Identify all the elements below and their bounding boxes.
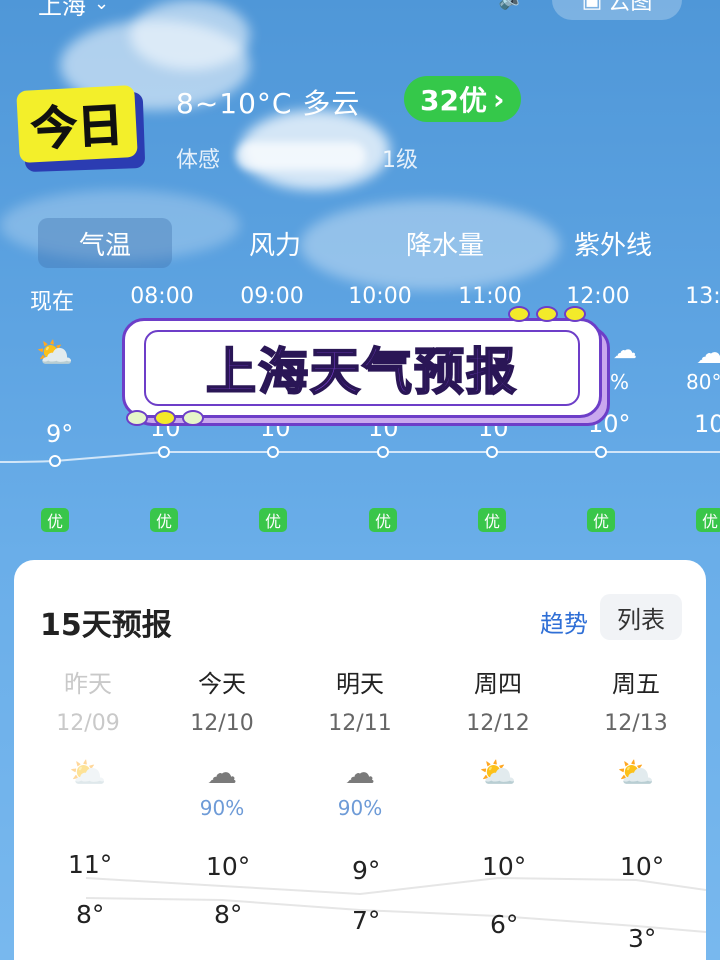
speaker-icon[interactable]: 🔈 bbox=[498, 0, 525, 11]
precip-chance: 80° bbox=[686, 370, 720, 394]
high-temp: 10° bbox=[482, 852, 527, 881]
today-badge-label: 今日 bbox=[16, 84, 138, 164]
hour-time: 现在 bbox=[29, 290, 74, 315]
forecast-title: 15天预报 bbox=[40, 608, 172, 643]
banner-title: 上海天气预报 bbox=[205, 342, 518, 402]
hour-time: 13:0 bbox=[685, 284, 720, 309]
low-temp: 8° bbox=[76, 900, 105, 929]
precip-chance: 90% bbox=[199, 796, 245, 820]
day-date: 12/10 bbox=[190, 711, 254, 736]
forecast-card: 15天预报 趋势 列表 昨天 12/09 今天 12/10 明天 12/11 周… bbox=[14, 560, 706, 960]
feels-like-row: 体感 1级 bbox=[176, 142, 418, 174]
day-name: 昨天 bbox=[64, 670, 112, 698]
sunny-cloud-icon: ⛅ bbox=[479, 756, 517, 791]
aqi-value: 32优 bbox=[420, 84, 487, 117]
partly-sunny-icon: ⛅ bbox=[36, 336, 74, 371]
decoration-dot bbox=[126, 410, 148, 426]
hour-time: 12:00 bbox=[566, 284, 630, 309]
today-temperature-summary: 8~10°C 多云 bbox=[176, 87, 361, 120]
aqi-chip: 优 bbox=[478, 508, 506, 532]
tab-label: 气温 bbox=[78, 230, 131, 261]
precip-chance: 90% bbox=[337, 796, 383, 820]
tab-label: 降水量 bbox=[405, 230, 484, 261]
low-temp: 6° bbox=[490, 910, 519, 939]
feels-like-label: 体感 bbox=[176, 148, 221, 173]
rain-cloud-icon: ☁ bbox=[207, 756, 237, 791]
top-bar: 上海 ⌄ 🔈 ▣ 云图 bbox=[0, 0, 720, 26]
sunny-cloud-icon: ⛅ bbox=[617, 756, 655, 791]
rain-cloud-icon: ☁ bbox=[345, 756, 375, 791]
low-temp: 3° bbox=[628, 924, 657, 953]
hour-time: 11:00 bbox=[458, 284, 522, 309]
tab-temperature[interactable]: 气温 bbox=[38, 218, 172, 268]
wind-level: 1级 bbox=[382, 148, 419, 173]
decoration-dot bbox=[536, 306, 558, 322]
low-temp: 8° bbox=[214, 900, 243, 929]
day-date: 12/11 bbox=[328, 711, 392, 736]
forecast-day[interactable]: 今天 12/10 bbox=[162, 664, 282, 736]
metric-tabs: 气温 风力 降水量 紫外线 bbox=[0, 218, 720, 268]
aqi-chip: 优 bbox=[259, 508, 287, 532]
high-temp: 9° bbox=[352, 856, 381, 885]
aqi-pill-button[interactable]: 32优 › bbox=[404, 76, 521, 122]
forecast-day[interactable]: 昨天 12/09 bbox=[28, 664, 148, 736]
blurred-region bbox=[236, 142, 367, 170]
chevron-right-icon: › bbox=[492, 82, 505, 116]
cloud-map-label: 云图 bbox=[608, 0, 653, 15]
day-name: 周四 bbox=[474, 670, 522, 698]
day-date: 12/12 bbox=[466, 711, 530, 736]
aqi-chip: 优 bbox=[41, 508, 69, 532]
forecast-day[interactable]: 周五 12/13 bbox=[576, 664, 696, 736]
tab-precipitation[interactable]: 降水量 bbox=[380, 218, 510, 268]
sunny-cloud-icon: ⛅ bbox=[69, 756, 107, 791]
trend-toggle[interactable]: 趋势 bbox=[540, 604, 588, 639]
day-date: 12/09 bbox=[56, 711, 120, 736]
precip-chance: % bbox=[610, 370, 630, 394]
decoration-dot bbox=[182, 410, 204, 426]
tab-wind[interactable]: 风力 bbox=[210, 218, 340, 268]
aqi-chip: 优 bbox=[150, 508, 178, 532]
aqi-chip: 优 bbox=[369, 508, 397, 532]
cloud-map-button[interactable]: ▣ 云图 bbox=[552, 0, 682, 20]
high-temp: 10° bbox=[620, 852, 665, 881]
tab-label: 风力 bbox=[248, 230, 301, 261]
high-temp: 10° bbox=[206, 852, 251, 881]
day-date: 12/13 bbox=[604, 711, 668, 736]
decoration-dot bbox=[564, 306, 586, 322]
hour-temp: 10 bbox=[694, 410, 720, 438]
city-selector[interactable]: 上海 ⌄ bbox=[38, 0, 109, 21]
today-badge: 今日 bbox=[16, 84, 146, 173]
chevron-down-icon: ⌄ bbox=[94, 0, 110, 14]
list-toggle[interactable]: 列表 bbox=[600, 594, 682, 640]
high-temp: 11° bbox=[68, 850, 113, 879]
hour-time: 09:00 bbox=[240, 284, 304, 309]
map-icon: ▣ bbox=[581, 0, 603, 13]
day-name: 明天 bbox=[336, 670, 384, 698]
tab-uv[interactable]: 紫外线 bbox=[548, 218, 678, 268]
hour-time: 08:00 bbox=[130, 284, 194, 309]
forecast-day[interactable]: 明天 12/11 bbox=[300, 664, 420, 736]
low-temp: 7° bbox=[352, 906, 381, 935]
aqi-chip: 优 bbox=[696, 508, 720, 532]
day-name: 今天 bbox=[198, 670, 246, 698]
aqi-chip: 优 bbox=[587, 508, 615, 532]
tab-label: 紫外线 bbox=[573, 230, 652, 261]
day-name: 周五 bbox=[612, 670, 660, 698]
hour-time: 10:00 bbox=[348, 284, 412, 309]
hourly-temperature-line bbox=[0, 446, 720, 467]
city-name: 上海 bbox=[38, 0, 86, 20]
decoration-dot bbox=[154, 410, 176, 426]
forecast-day[interactable]: 周四 12/12 bbox=[438, 664, 558, 736]
decoration-dot bbox=[508, 306, 530, 322]
